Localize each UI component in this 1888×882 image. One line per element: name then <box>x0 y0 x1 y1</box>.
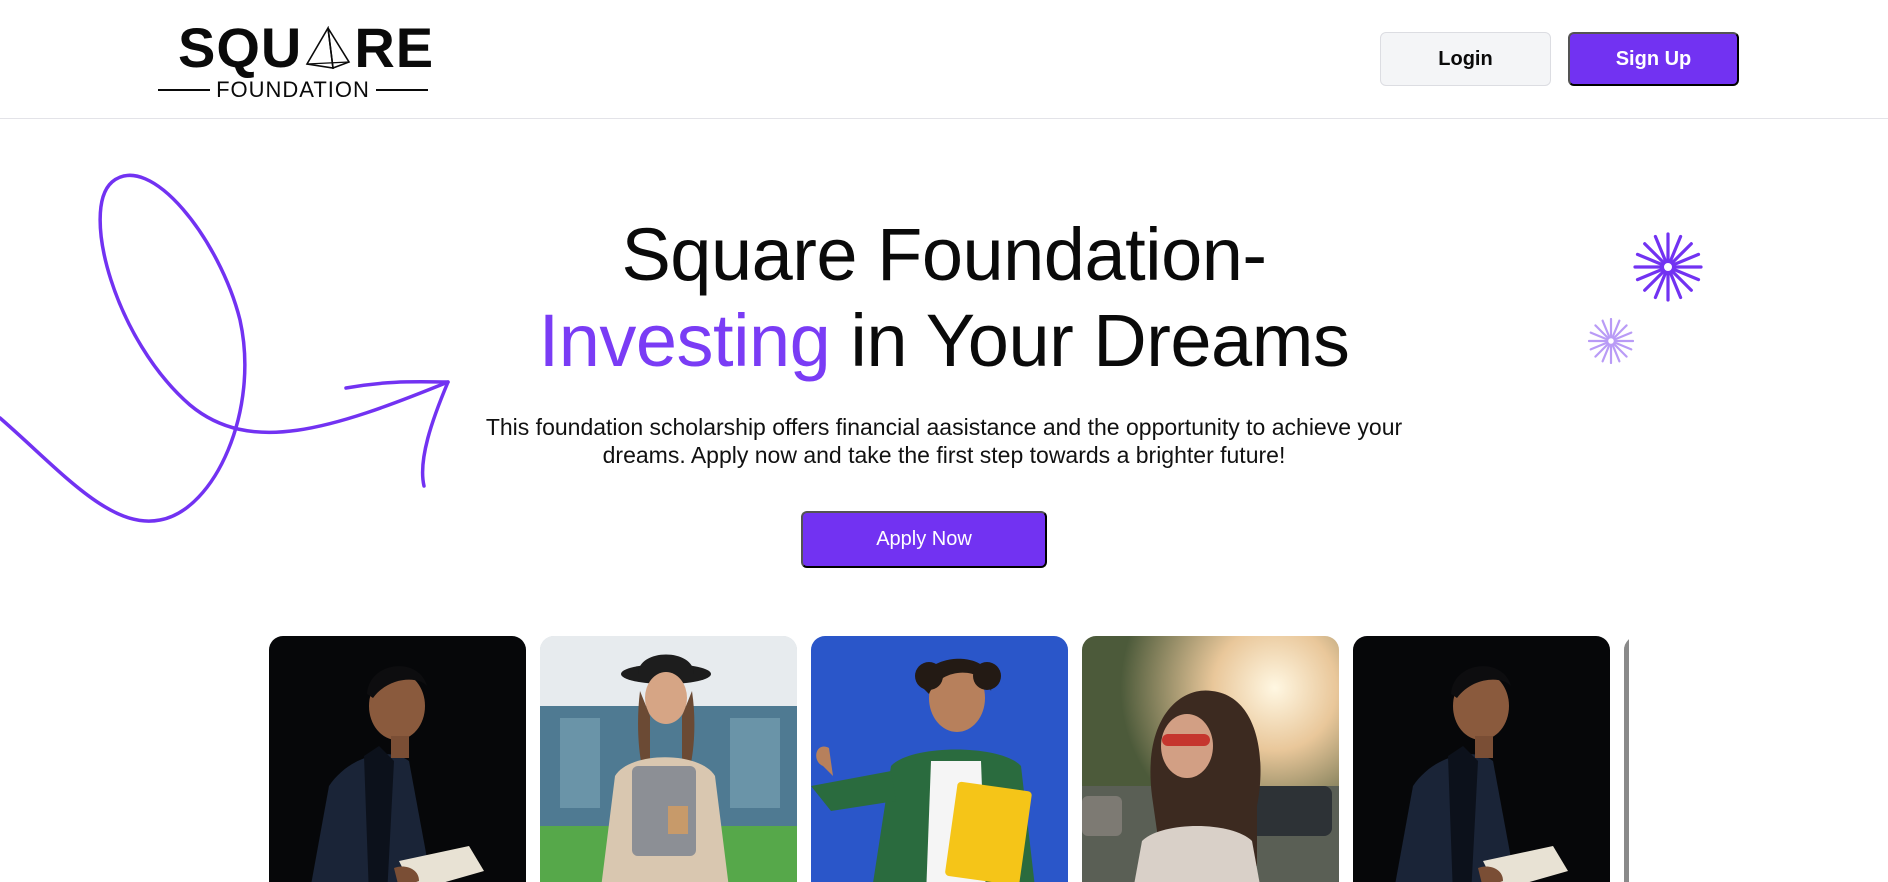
hero-section: Square Foundation- Investing in Your Dre… <box>444 212 1444 384</box>
logo[interactable]: SQU RE FOUNDATION <box>158 20 433 104</box>
student-woman-with-laptop-photo[interactable] <box>540 636 797 882</box>
logo-wordmark: SQU RE <box>178 20 434 76</box>
student-man-with-folder-photo[interactable] <box>811 636 1068 882</box>
starburst-icon <box>1633 232 1703 302</box>
logo-rule-left <box>158 89 211 91</box>
pyramid-icon <box>306 26 351 70</box>
hero-title-accent: Investing <box>538 299 831 382</box>
login-button[interactable]: Login <box>1380 32 1551 86</box>
hero-description: This foundation scholarship offers finan… <box>485 414 1403 468</box>
student-man-with-book-photo[interactable] <box>269 636 526 882</box>
apply-now-button[interactable]: Apply Now <box>801 511 1047 568</box>
starburst-icon <box>1588 318 1634 364</box>
logo-subtitle-row: FOUNDATION <box>158 77 428 102</box>
swirl-arrow-icon <box>0 173 450 523</box>
student-woman-in-sun-photo[interactable] <box>1082 636 1339 882</box>
logo-word-right: RE <box>354 16 435 79</box>
signup-button[interactable]: Sign Up <box>1568 32 1739 86</box>
logo-subtitle: FOUNDATION <box>216 77 370 102</box>
logo-word-left: SQU <box>178 16 303 79</box>
hero-title-rest: in Your Dreams <box>830 299 1350 382</box>
hero-title: Square Foundation- Investing in Your Dre… <box>444 212 1444 384</box>
hero-title-line1: Square Foundation- <box>621 213 1267 296</box>
student-man-with-book-photo[interactable] <box>1353 636 1610 882</box>
site-header: SQU RE FOUNDATION Login Sign Up <box>0 0 1888 119</box>
logo-rule-right <box>375 89 428 91</box>
partial-photo[interactable] <box>1624 636 1629 882</box>
student-gallery <box>269 636 1629 882</box>
